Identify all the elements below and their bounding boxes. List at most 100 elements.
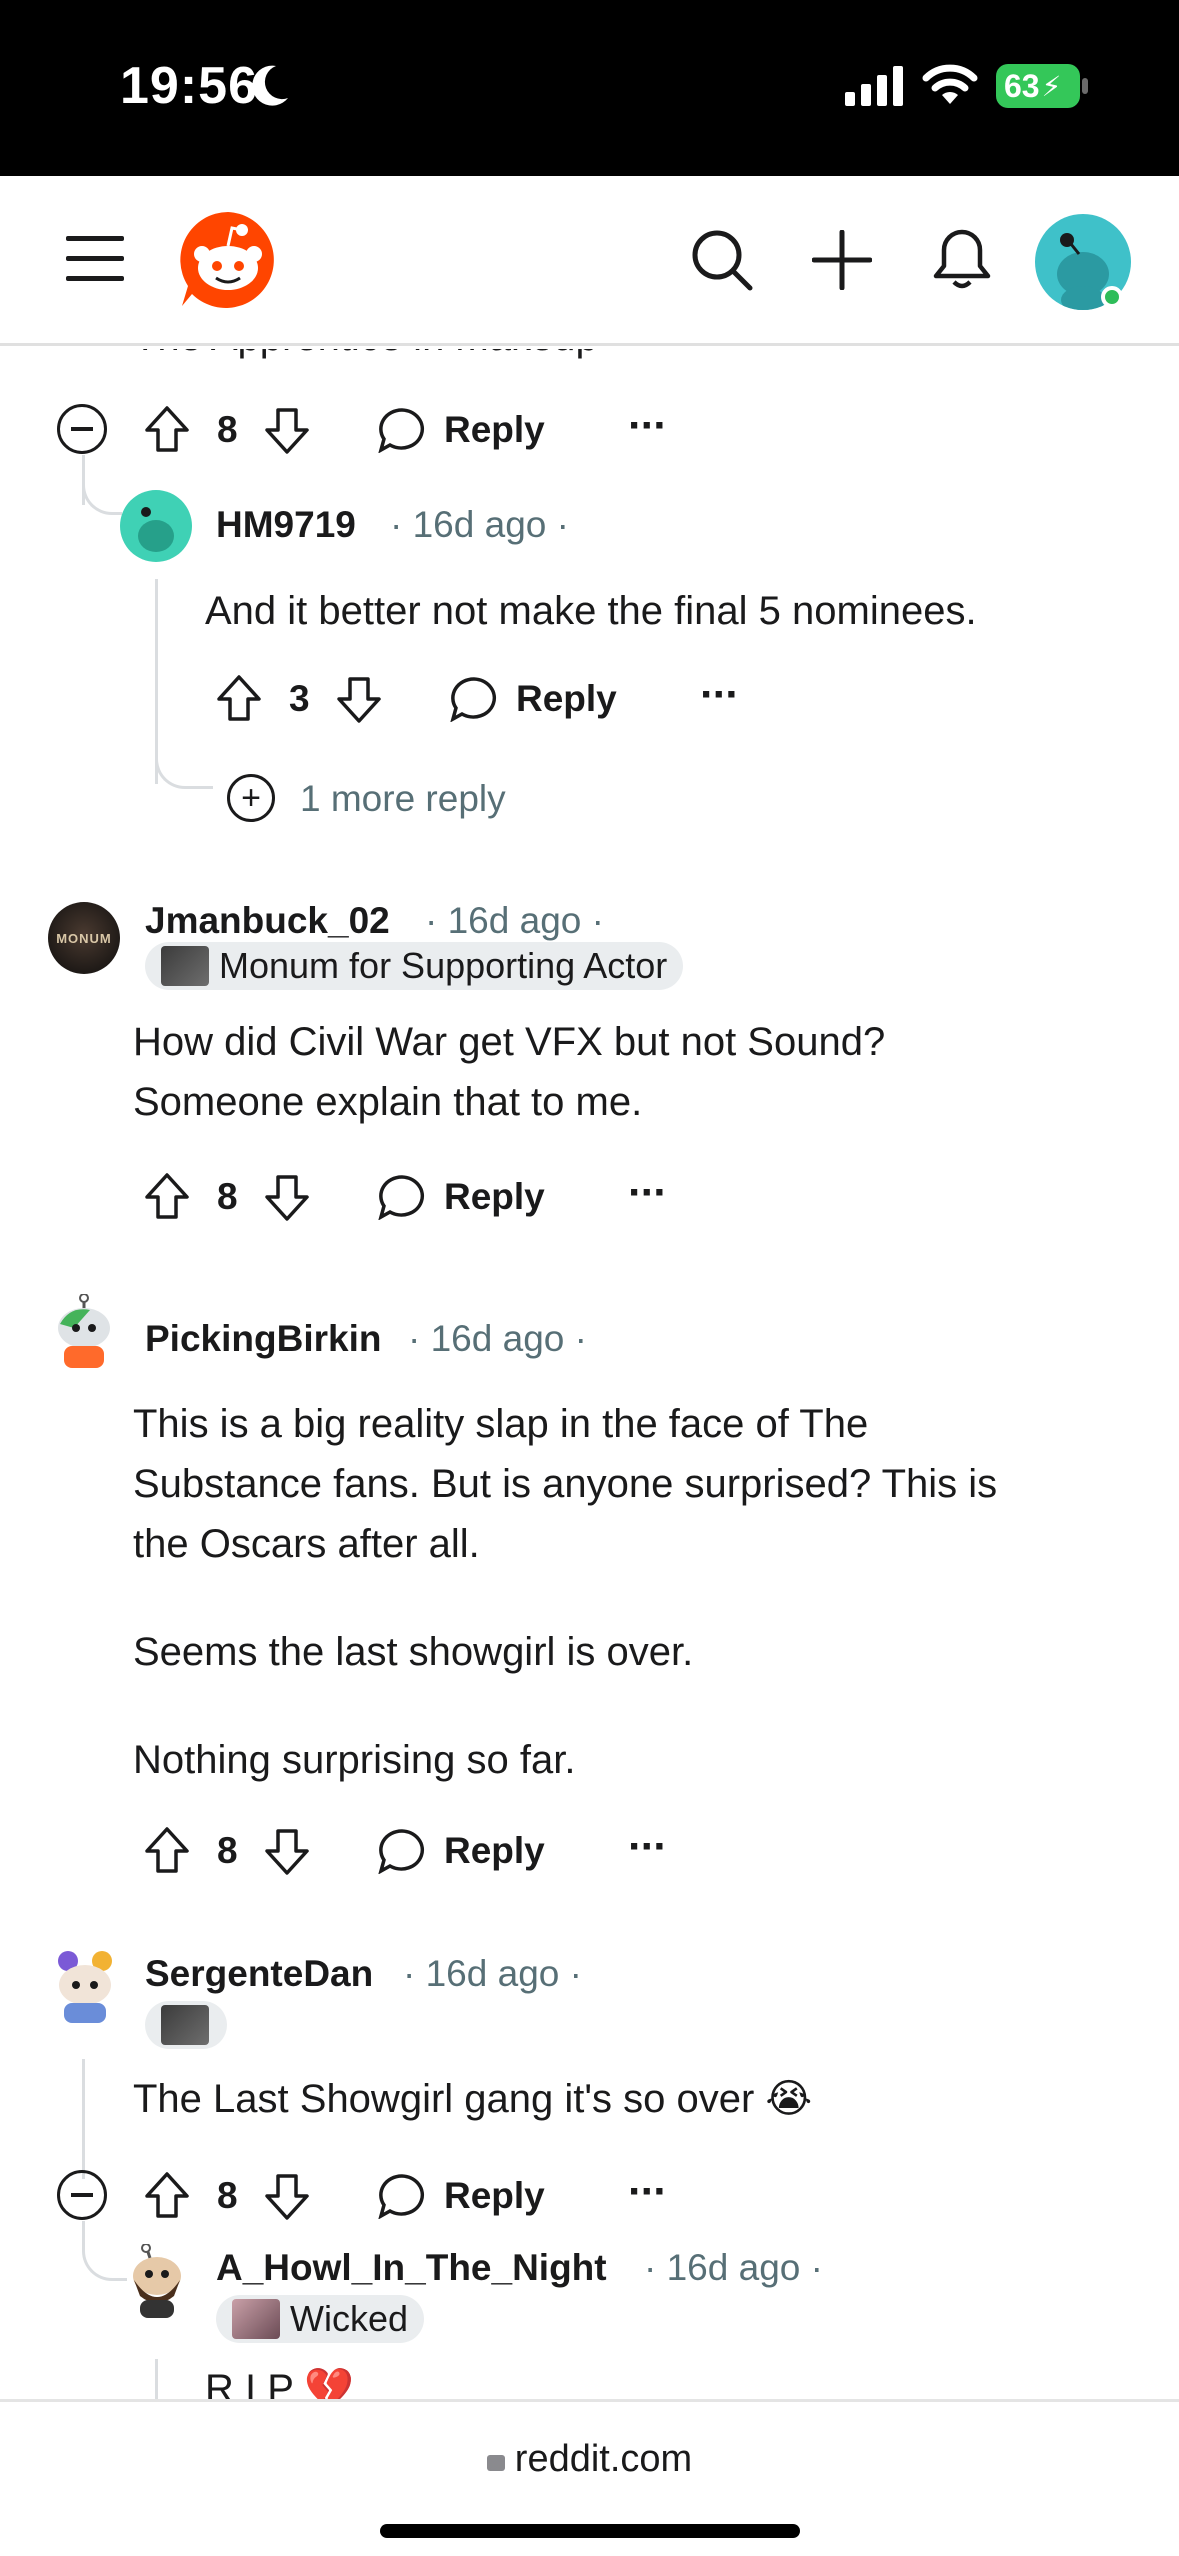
username[interactable]: A_Howl_In_The_Night xyxy=(216,2247,607,2289)
comment-paragraph: Nothing surprising so far. xyxy=(133,1738,576,1782)
more-options-icon[interactable]: ··· xyxy=(628,2167,668,2217)
thread-line xyxy=(82,2059,85,2179)
vote-count: 8 xyxy=(217,2175,238,2216)
snoo-avatar-icon xyxy=(138,507,174,552)
comment-meta: · 16d ago · xyxy=(408,1318,587,1359)
upvote-icon[interactable] xyxy=(144,1826,190,1874)
collapse-thread-button[interactable] xyxy=(57,2170,107,2220)
url-bar[interactable]: reddit.com xyxy=(0,2438,1179,2481)
reply-button[interactable]: Reply xyxy=(444,409,545,451)
user-avatar[interactable] xyxy=(50,1294,118,1370)
reply-icon[interactable] xyxy=(378,1828,426,1874)
status-bar: 19:56 63 ⚡ xyxy=(0,0,1179,176)
reply-icon[interactable] xyxy=(450,676,498,722)
more-options-icon[interactable]: ··· xyxy=(700,670,740,720)
thread-connector xyxy=(155,744,213,789)
upvote-icon[interactable] xyxy=(144,1172,190,1220)
username[interactable]: HM9719 xyxy=(216,504,356,546)
downvote-icon[interactable] xyxy=(264,1828,310,1876)
more-replies-link[interactable]: 1 more reply xyxy=(300,778,506,820)
reply-button[interactable]: Reply xyxy=(444,1830,545,1872)
charging-icon: ⚡ xyxy=(1041,70,1062,102)
user-flair xyxy=(145,2001,227,2049)
downvote-icon[interactable] xyxy=(264,1174,310,1222)
more-options-icon[interactable]: ··· xyxy=(628,401,668,451)
reply-button[interactable]: Reply xyxy=(444,2175,545,2217)
username[interactable]: SergenteDan xyxy=(145,1953,373,1995)
vote-count: 8 xyxy=(217,409,238,450)
reply-button[interactable]: Reply xyxy=(444,1176,545,1218)
more-options-icon[interactable]: ··· xyxy=(628,1822,668,1872)
more-options-icon[interactable]: ··· xyxy=(628,1168,668,1218)
thread-connector xyxy=(82,2221,127,2281)
minus-icon xyxy=(71,427,93,431)
safari-bottom-bar: reddit.com xyxy=(0,2399,1179,2556)
comment-age: 16d ago xyxy=(430,1318,565,1359)
reddit-logo[interactable] xyxy=(178,210,278,310)
expand-replies-icon[interactable]: + xyxy=(227,774,275,822)
comment-meta: · 16d ago · xyxy=(425,900,604,941)
snoo-avatar-icon xyxy=(58,1951,112,2023)
user-flair: Monum for Supporting Actor xyxy=(145,942,684,990)
comment-line: This is a big reality slap in the face o… xyxy=(133,1402,869,1446)
create-icon[interactable] xyxy=(812,230,872,290)
user-avatar[interactable]: MONUM xyxy=(48,902,120,974)
downvote-icon[interactable] xyxy=(264,407,310,455)
battery-indicator: 63 ⚡ xyxy=(996,64,1080,108)
flair-image xyxy=(232,2299,280,2339)
upvote-icon[interactable] xyxy=(144,2171,190,2219)
moon-icon xyxy=(252,65,288,106)
comment-line: How did Civil War get VFX but not Sound? xyxy=(133,1020,886,1064)
comment-body: The Last Showgirl gang it's so over 😭 xyxy=(133,2077,813,2121)
reply-button[interactable]: Reply xyxy=(516,678,617,720)
collapse-thread-button[interactable] xyxy=(57,404,107,454)
vote-count: 3 xyxy=(289,678,310,719)
notifications-icon[interactable] xyxy=(932,226,992,292)
comment-line: Someone explain that to me. xyxy=(133,1080,643,1124)
user-flair: Wicked xyxy=(216,2295,425,2343)
flair-image xyxy=(161,2005,209,2045)
signal-icon xyxy=(845,66,903,106)
flair-text: Wicked xyxy=(290,2298,409,2339)
username[interactable]: Jmanbuck_02 xyxy=(145,900,390,942)
menu-icon[interactable] xyxy=(66,234,124,282)
minus-icon xyxy=(71,2193,93,2197)
home-indicator xyxy=(380,2524,800,2538)
comment-meta: · 16d ago · xyxy=(390,504,569,545)
comment-age: 16d ago xyxy=(412,504,547,545)
wifi-icon xyxy=(922,64,978,104)
upvote-icon[interactable] xyxy=(216,674,262,722)
reply-icon[interactable] xyxy=(378,1174,426,1220)
comments-feed: The Apprentice in makeup 8 Reply ··· HM9… xyxy=(0,349,1179,2399)
search-icon[interactable] xyxy=(690,228,754,292)
comment-line: Substance fans. But is anyone surprised?… xyxy=(133,1462,998,1506)
url-text: reddit.com xyxy=(514,2438,693,2480)
comment-line: the Oscars after all. xyxy=(133,1522,480,1566)
downvote-icon[interactable] xyxy=(264,2173,310,2221)
downvote-icon[interactable] xyxy=(336,676,382,724)
comment-age: 16d ago xyxy=(666,2247,801,2288)
flair-text: Monum for Supporting Actor xyxy=(219,945,668,986)
upvote-icon[interactable] xyxy=(144,405,190,453)
comment-body: And it better not make the final 5 nomin… xyxy=(205,589,977,633)
app-bar xyxy=(0,176,1179,346)
user-avatar[interactable] xyxy=(124,2244,190,2320)
comment-body: R I P 💔 xyxy=(205,2367,355,2399)
username[interactable]: PickingBirkin xyxy=(145,1318,381,1360)
battery-tip xyxy=(1082,78,1088,94)
comment-body: How did Civil War get VFX but not Sound?… xyxy=(133,1012,885,1132)
user-avatar[interactable] xyxy=(50,1949,120,2025)
status-time: 19:56 xyxy=(120,57,258,115)
user-avatar[interactable] xyxy=(120,490,192,562)
comment-body-partial: The Apprentice in makeup xyxy=(133,349,598,367)
snoo-avatar-icon xyxy=(58,1294,110,1368)
snoo-avatar-icon xyxy=(133,2244,181,2318)
online-status-dot xyxy=(1101,286,1123,308)
comment-meta: · 16d ago · xyxy=(644,2247,823,2288)
vote-count: 8 xyxy=(217,1830,238,1871)
comment-age: 16d ago xyxy=(447,900,582,941)
flair-image xyxy=(161,946,209,986)
reply-icon[interactable] xyxy=(378,2173,426,2219)
vote-count: 8 xyxy=(217,1176,238,1217)
reply-icon[interactable] xyxy=(378,407,426,453)
